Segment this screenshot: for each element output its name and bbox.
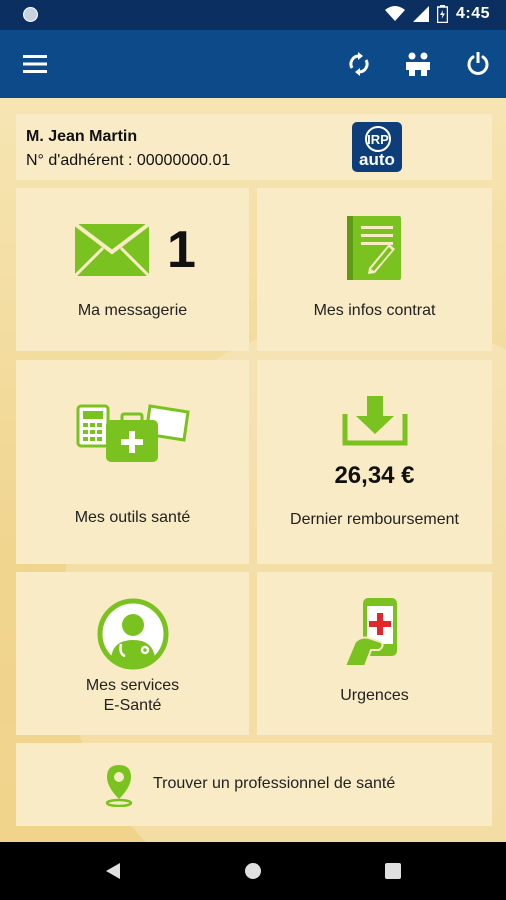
irp-auto-logo: IRP auto bbox=[352, 122, 402, 172]
recents-button-icon[interactable] bbox=[385, 863, 401, 879]
services-esante-tile[interactable]: Mes services E-Santé bbox=[16, 572, 249, 735]
urgences-label: Urgences bbox=[340, 687, 409, 704]
menu-button[interactable] bbox=[20, 30, 50, 98]
phone-emergency-icon bbox=[345, 598, 397, 667]
sync-icon bbox=[349, 52, 369, 76]
menu-icon bbox=[23, 55, 47, 73]
sync-button[interactable] bbox=[343, 30, 375, 98]
power-icon bbox=[467, 52, 489, 75]
contract-icon bbox=[347, 216, 401, 280]
remboursement-tile[interactable]: 26,34 € Dernier remboursement bbox=[257, 360, 492, 564]
system-icons: 4:45 bbox=[384, 5, 490, 23]
trouver-professionnel-tile[interactable]: Trouver un professionnel de santé bbox=[16, 743, 492, 826]
location-pin-icon bbox=[105, 765, 133, 807]
contrat-tile[interactable]: Mes infos contrat bbox=[257, 188, 492, 351]
switch-user-button[interactable] bbox=[400, 30, 436, 98]
messagerie-label: Ma messagerie bbox=[77, 302, 188, 319]
notification-dot-icon bbox=[23, 7, 38, 22]
health-tools-icon bbox=[76, 404, 190, 462]
member-number: N° d'adhérent : 00000000.01 bbox=[26, 152, 231, 169]
system-nav-bar bbox=[0, 842, 506, 900]
people-icon bbox=[406, 52, 430, 76]
doctor-icon bbox=[97, 598, 169, 670]
user-name: M. Jean Martin bbox=[26, 128, 138, 145]
back-button-icon[interactable] bbox=[104, 862, 122, 880]
battery-icon bbox=[436, 5, 448, 23]
contrat-label: Mes infos contrat bbox=[313, 302, 436, 319]
reimbursement-amount: 26,34 € bbox=[334, 462, 415, 489]
services-label-line1: Mes services bbox=[85, 677, 180, 694]
status-time: 4:45 bbox=[455, 5, 490, 22]
dashboard: M. Jean Martin N° d'adhérent : 00000000.… bbox=[0, 98, 506, 842]
unread-count: 1 bbox=[167, 221, 196, 279]
services-label-line2: E-Santé bbox=[103, 697, 162, 714]
signal-icon bbox=[412, 6, 429, 22]
wifi-icon bbox=[384, 6, 405, 21]
status-bar: 4:45 bbox=[0, 0, 506, 30]
trouver-label: Trouver un professionnel de santé bbox=[153, 775, 396, 792]
urgences-tile[interactable]: Urgences bbox=[257, 572, 492, 735]
home-button-icon[interactable] bbox=[244, 862, 262, 880]
app-bar bbox=[0, 30, 506, 98]
logout-button[interactable] bbox=[462, 30, 494, 98]
download-icon bbox=[342, 396, 408, 446]
outils-sante-label: Mes outils santé bbox=[74, 509, 191, 526]
svg-text:IRP: IRP bbox=[367, 132, 389, 147]
outils-sante-tile[interactable]: Mes outils santé bbox=[16, 360, 249, 564]
svg-text:auto: auto bbox=[359, 150, 395, 169]
envelope-icon bbox=[75, 224, 149, 276]
remboursement-label: Dernier remboursement bbox=[290, 511, 459, 528]
messagerie-tile[interactable]: 1 Ma messagerie bbox=[16, 188, 249, 351]
user-card: M. Jean Martin N° d'adhérent : 00000000.… bbox=[16, 114, 492, 180]
